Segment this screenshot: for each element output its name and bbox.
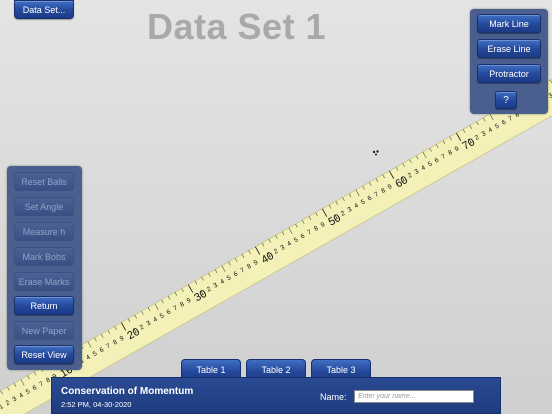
protractor-button[interactable]: Protractor	[477, 64, 541, 83]
name-label: Name:	[320, 392, 347, 402]
experiment-title: Conservation of Momentum	[61, 386, 194, 397]
reset-view-button[interactable]: Reset View	[14, 345, 74, 364]
tab-table-3[interactable]: Table 3	[311, 359, 371, 379]
reset-balls-button[interactable]: Reset Balls	[14, 172, 74, 191]
mark-bobs-button[interactable]: Mark Bobs	[14, 247, 74, 266]
tools-panel: Mark Line Erase Line Protractor ?	[470, 9, 548, 114]
mark-line-button[interactable]: Mark Line	[477, 14, 541, 33]
footer-bar: Conservation of Momentum 2:52 PM, 04-30-…	[51, 377, 501, 414]
controls-panel: Reset Balls Set Angle Measure h Mark Bob…	[7, 166, 82, 370]
set-angle-button[interactable]: Set Angle	[14, 197, 74, 216]
tab-table-2[interactable]: Table 2	[246, 359, 306, 379]
help-button[interactable]: ?	[495, 91, 517, 109]
return-button[interactable]: Return	[14, 296, 74, 315]
erase-marks-button[interactable]: Erase Marks	[14, 272, 74, 291]
timestamp: 2:52 PM, 04-30-2020	[61, 400, 132, 409]
page-title: Data Set 1	[147, 6, 327, 47]
data-set-button[interactable]: Data Set...	[14, 0, 74, 19]
measure-h-button[interactable]: Measure h	[14, 222, 74, 241]
tab-table-1[interactable]: Table 1	[181, 359, 241, 379]
new-paper-button[interactable]: New Paper	[14, 321, 74, 340]
bob-marks	[372, 150, 379, 156]
name-input[interactable]	[354, 390, 474, 403]
erase-line-button[interactable]: Erase Line	[477, 39, 541, 58]
